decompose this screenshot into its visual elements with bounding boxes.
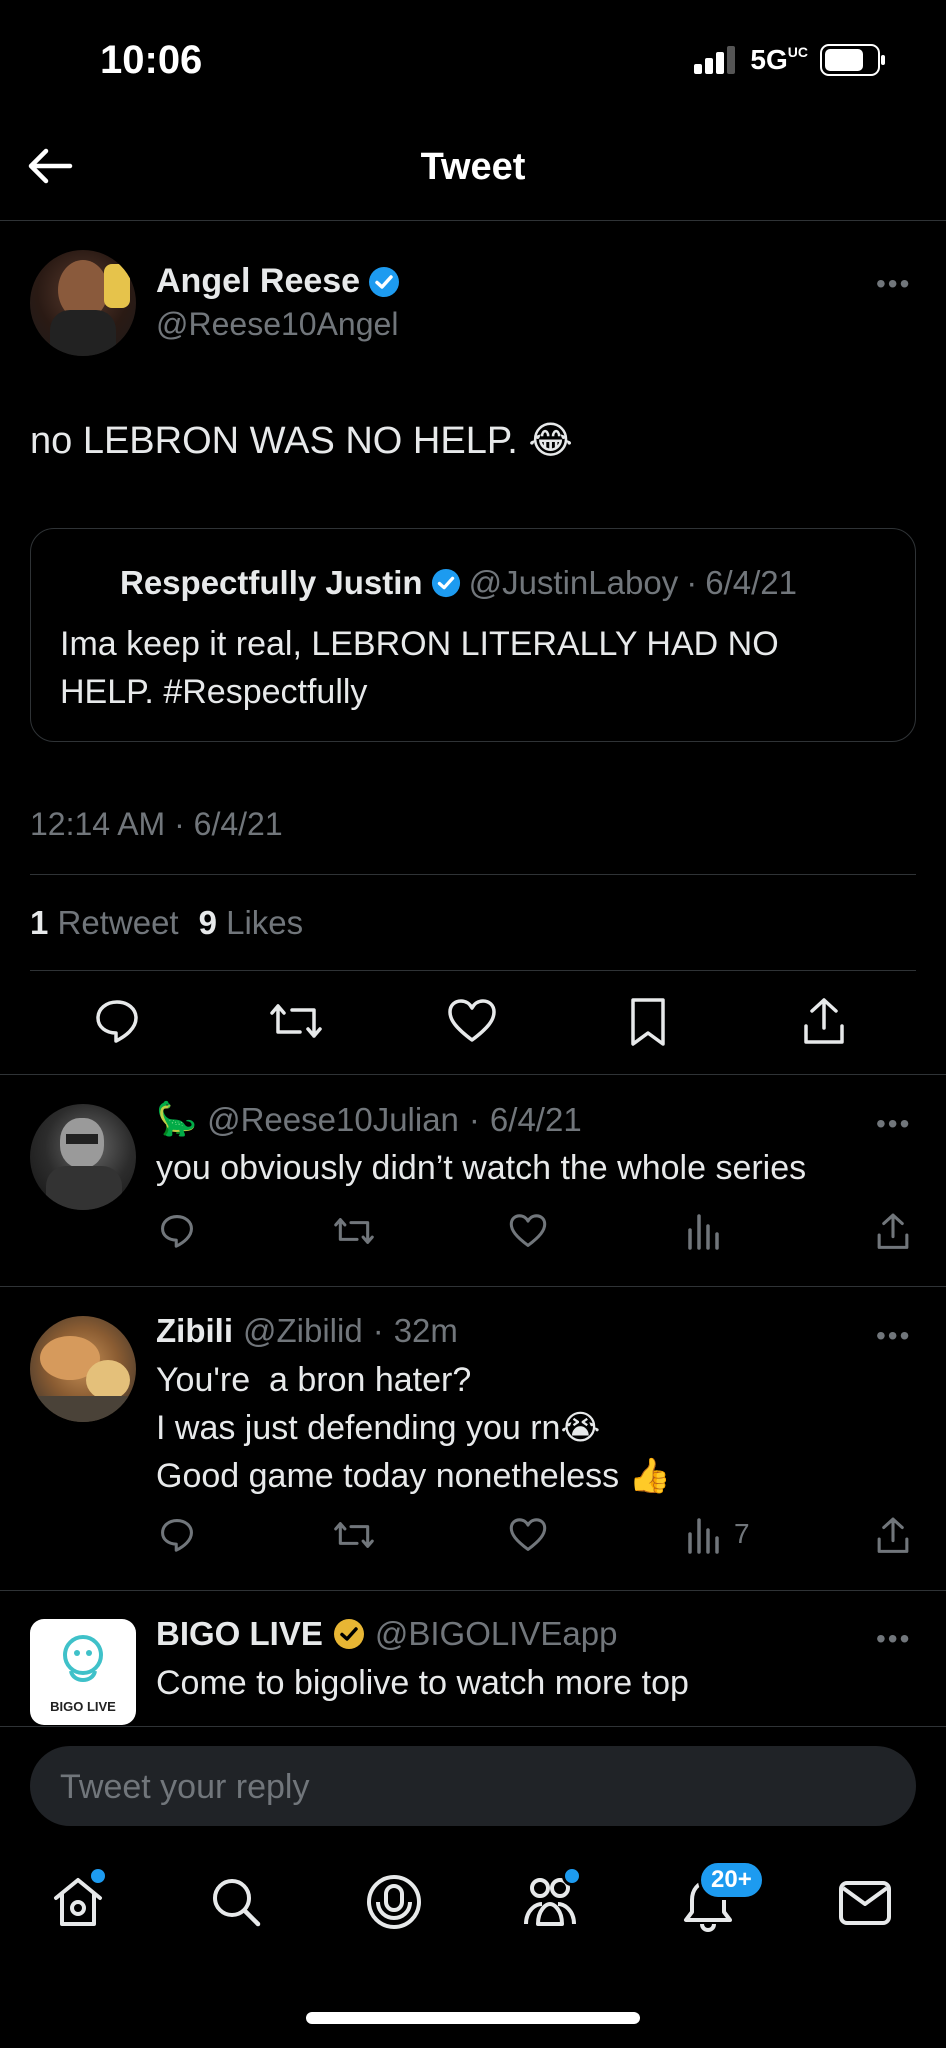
status-time: 10:06 [100,38,203,82]
reply-header: BIGO LIVE @BIGOLIVEapp [156,1615,617,1653]
page-title: Tweet [420,146,526,188]
reply-time: 32m [393,1312,458,1349]
retweet-icon[interactable] [268,996,324,1046]
like-icon[interactable] [508,1212,548,1250]
promoted-tweet[interactable]: BIGO LIVE BIGO LIVE @BIGOLIVEapp ••• Com… [0,1591,946,1725]
tweet-author-handle[interactable]: @Reese10Angel [156,306,398,343]
tweet-timestamp: 12:14 AM · 6/4/21 [30,806,283,842]
retweet-icon[interactable] [332,1516,376,1554]
reply-text: Come to bigolive to watch more top [156,1664,689,1702]
views-icon[interactable] [686,1212,720,1250]
more-options-icon[interactable]: ••• [876,1320,911,1352]
home-indicator [306,2012,640,2024]
share-icon[interactable] [874,1516,912,1556]
turtle-emoji: 🦕 [156,1100,198,1137]
share-icon[interactable] [874,1212,912,1252]
reply-avatar[interactable] [30,1104,136,1210]
reply-text-line2: I was just defending you rn😭 [156,1409,601,1447]
bottom-tab-bar: 20+ [0,1860,946,1960]
reply-input-placeholder: Tweet your reply [60,1768,310,1806]
divider [0,1286,946,1287]
reply-actions: 7 [156,1516,916,1560]
like-icon[interactable] [508,1516,548,1554]
quoted-author-name: Respectfully Justin [120,564,423,601]
tweet-author-name[interactable]: Angel Reese [156,262,400,301]
reply-header: Zibili @Zibilid · 32m [156,1312,458,1350]
more-options-icon[interactable]: ••• [876,1623,911,1655]
bookmark-icon[interactable] [628,996,668,1048]
more-options-icon[interactable]: ••• [876,1108,911,1140]
bigo-logo-text: BIGO LIVE [50,1699,116,1714]
search-tab-icon[interactable] [208,1874,264,1930]
reply-actions [156,1212,916,1256]
quoted-separator: · [686,564,698,601]
divider [30,874,916,875]
retweet-stat[interactable]: 1 Retweet [30,904,179,942]
communities-notification-dot [562,1866,582,1886]
status-icons: 5GUC [694,44,886,76]
avatar[interactable] [30,250,136,356]
home-notification-dot [88,1866,108,1886]
quoted-header: Respectfully Justin @JustinLaboy · 6/4/2… [120,564,797,602]
spaces-tab-icon[interactable] [364,1872,424,1932]
quoted-avatar [58,564,100,606]
retweet-icon[interactable] [332,1212,376,1250]
reply-input[interactable]: Tweet your reply [30,1746,916,1826]
quoted-author-handle: @JustinLaboy [468,564,679,601]
reply-separator: · [372,1312,384,1349]
reply-name[interactable]: Zibili [156,1312,233,1350]
views-count: 7 [734,1518,750,1549]
bigo-mascot-icon [63,1635,103,1682]
quoted-date: 6/4/21 [705,564,797,601]
more-options-icon[interactable]: ••• [876,268,911,300]
reply-handle[interactable]: @BIGOLIVEapp [375,1615,618,1653]
divider [0,1074,946,1075]
quoted-text-line1: Ima keep it real, LEBRON LITERALLY HAD N… [60,625,779,663]
network-label: 5GUC [750,44,808,75]
signal-icon [694,46,736,74]
verified-gold-badge-icon [333,1619,364,1649]
reply-text-line1: You're a bron hater? [156,1361,472,1399]
reply-header: 🦕 @Reese10Julian · 6/4/21 [156,1100,582,1139]
notifications-badge: 20+ [698,1860,765,1900]
likes-stat[interactable]: 9 Likes [199,904,304,942]
reply-icon[interactable] [158,1516,196,1554]
reply-icon[interactable] [92,996,142,1046]
reply-avatar[interactable] [30,1316,136,1422]
reply-text: you obviously didn’t watch the whole ser… [156,1149,807,1187]
verified-badge-icon [431,568,460,598]
verified-badge-icon [369,266,400,297]
like-icon[interactable] [446,996,498,1046]
reply-time: 6/4/21 [489,1100,582,1138]
battery-icon [820,44,885,76]
bigo-logo: BIGO LIVE [30,1619,136,1725]
divider [0,1726,946,1727]
reply-icon[interactable] [158,1212,196,1250]
messages-tab-icon[interactable] [838,1880,892,1926]
quoted-text-line2: HELP. #Respectfully [60,673,368,711]
reply-handle[interactable]: @Reese10Julian [207,1101,459,1139]
engagement-stats: 1 Retweet 9 Likes [30,904,303,942]
tweet-actions [0,996,946,1052]
divider [30,970,916,971]
reply-name[interactable]: BIGO LIVE [156,1615,323,1653]
tweet-text: no LEBRON WAS NO HELP. 😂 [30,420,573,462]
share-icon[interactable] [800,996,848,1048]
reply-text-line3: Good game today nonetheless 👍 [156,1457,671,1495]
views-icon[interactable] [686,1516,720,1554]
reply-handle[interactable]: @Zibilid [243,1312,363,1350]
reply-separator: · [468,1100,480,1138]
